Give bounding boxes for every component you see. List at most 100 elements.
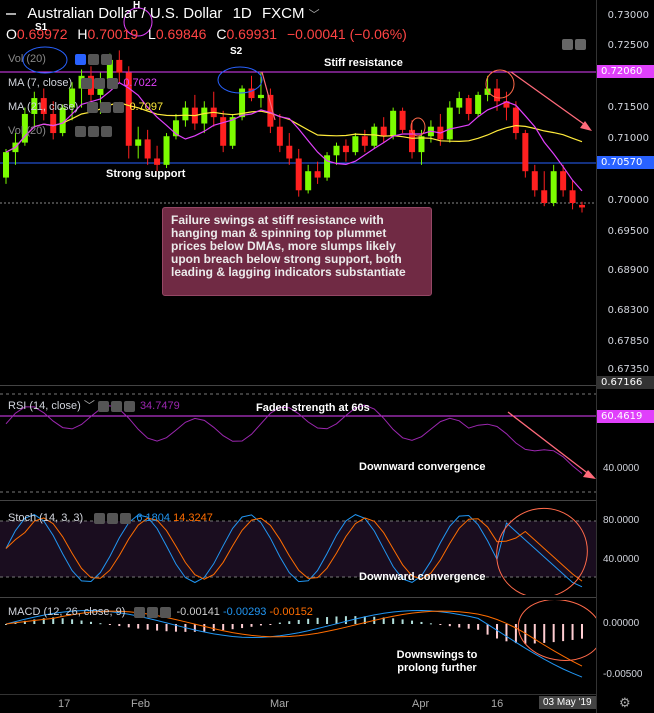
price-axis-label: 0.71500 (607, 102, 649, 113)
resistance-price-tag: 0.72060 (597, 65, 654, 78)
vol-legend[interactable]: Vol (20) (8, 53, 114, 65)
candle-body (201, 107, 208, 124)
pane-divider[interactable] (0, 597, 596, 598)
eye-icon[interactable] (74, 53, 86, 65)
time-label: 17 (58, 698, 71, 710)
close-icon[interactable] (100, 125, 112, 137)
close-icon[interactable] (120, 512, 132, 524)
macd-histogram-bar (203, 624, 206, 632)
candle-body (257, 94, 264, 99)
time-axis[interactable]: 17 Feb Mar Apr 16 03 May '19 (0, 694, 596, 713)
pane-divider[interactable] (0, 385, 596, 386)
eye-icon[interactable] (94, 512, 106, 524)
macd-histogram-bar (581, 624, 583, 639)
price-axis-label: 0.67350 (607, 364, 649, 375)
analysis-callout[interactable]: Failure swings at stiff resistance with … (162, 207, 432, 296)
gear-icon[interactable] (110, 400, 122, 412)
macd-axis-lo: -0.00500 (603, 669, 643, 680)
candle-body (163, 136, 170, 165)
price-axis-label: 0.73000 (607, 10, 649, 21)
rsi-convergence-label: Downward convergence (359, 461, 486, 473)
candle-body (342, 145, 349, 153)
macd-histogram-bar (411, 620, 414, 624)
gear-icon[interactable] (87, 53, 99, 65)
price-axis[interactable]: 0.73000 0.72500 0.71500 0.71000 0.70000 0.695… (596, 0, 654, 713)
candle-body (569, 190, 576, 203)
vol2-legend[interactable]: Vol (20) (8, 125, 114, 137)
candle-body (390, 110, 397, 137)
gear-icon[interactable] (107, 512, 119, 524)
vol2-label: Vol (20) (8, 125, 46, 137)
macd-histogram-bar (165, 624, 168, 632)
macd-histogram-bar (571, 624, 574, 640)
candle-body (550, 171, 557, 203)
eye-icon[interactable] (134, 606, 146, 618)
gear-icon[interactable] (100, 101, 112, 113)
gear-icon[interactable] (87, 125, 99, 137)
macd-histogram-bar (439, 624, 442, 625)
rsi-axis-label: 40.0000 (603, 463, 640, 474)
open-label: O (6, 26, 17, 42)
symbol-header[interactable]: Australian Dollar / U.S. Dollar 1D FXCM … (6, 5, 320, 22)
candle-body (418, 136, 425, 153)
close-icon[interactable] (160, 606, 172, 618)
candle-body (541, 190, 548, 203)
gear-icon[interactable] (147, 606, 159, 618)
candle-body (579, 204, 585, 208)
macd-histogram-bar (448, 624, 451, 627)
macd-histogram-bar (392, 618, 395, 624)
candle-body (475, 94, 482, 114)
close-value: 0.69931 (226, 26, 278, 42)
gear-icon[interactable]: ⚙ (619, 695, 631, 711)
ma7-label: MA (7, close) (8, 77, 73, 89)
exchange: FXCM (261, 5, 305, 22)
macd-histogram-bar (420, 621, 423, 624)
close-icon[interactable] (113, 101, 125, 113)
ma21-legend[interactable]: MA (21, close) 0.7097 (8, 101, 163, 113)
macd-histogram-bar (458, 624, 461, 628)
ma7-legend[interactable]: MA (7, close) 0.7022 (8, 77, 157, 89)
macd-histogram-bar (222, 624, 225, 631)
candle-body (361, 136, 368, 146)
close-icon[interactable] (123, 400, 135, 412)
ma7-value: 0.7022 (123, 77, 157, 89)
macd-histogram-bar (401, 619, 404, 624)
current-date-tag: 03 May '19 (539, 696, 596, 709)
macd-histogram-bar (156, 624, 159, 631)
candle-body (522, 133, 529, 172)
change-value: −0.00041 (−0.06%) (286, 26, 407, 42)
eye-icon[interactable] (81, 77, 93, 89)
eye-icon[interactable] (87, 101, 99, 113)
eye-icon[interactable] (74, 125, 86, 137)
macd-histogram-bar (108, 624, 111, 625)
time-label: Mar (270, 698, 289, 710)
rsi-legend[interactable]: RSI (14, close) ﹀ 34.7479 (8, 397, 180, 413)
downswings-label: Downswings to prolong further (396, 649, 478, 674)
maximize-pane-icon[interactable] (575, 39, 586, 51)
chevron-down-icon[interactable]: ﹀ (309, 9, 320, 21)
pane-controls[interactable] (562, 36, 588, 54)
ohlc-row: O0.69972 H0.70019 L0.69846 C0.69931 −0.0… (6, 26, 407, 42)
candle-body (333, 145, 340, 156)
candle-body (512, 107, 519, 134)
macd-histogram-bar (137, 624, 140, 629)
macd-histogram-bar (99, 623, 102, 625)
candle-body (494, 88, 501, 102)
macd-histogram-bar (326, 617, 329, 624)
collapse-icon[interactable] (6, 13, 16, 16)
close-icon[interactable] (100, 53, 112, 65)
candle-body (380, 126, 387, 137)
chevron-down-icon[interactable]: ﹀ (84, 400, 95, 412)
stoch-legend[interactable]: Stoch (14, 3, 3) 6.1804 14.3247 (8, 512, 213, 524)
macd-histogram-bar (505, 624, 508, 642)
pane-divider[interactable] (0, 500, 596, 501)
macd-histogram-bar (467, 624, 470, 629)
close-icon[interactable] (107, 77, 119, 89)
macd-histogram-bar (562, 624, 565, 642)
eye-icon[interactable] (97, 400, 109, 412)
collapse-pane-icon[interactable] (562, 39, 573, 51)
macd-legend[interactable]: MACD (12, 26, close, 9) -0.00141 -0.0029… (8, 606, 313, 618)
macd-value: -0.00293 (223, 606, 267, 618)
gear-icon[interactable] (94, 77, 106, 89)
interval[interactable]: 1D (233, 5, 252, 22)
